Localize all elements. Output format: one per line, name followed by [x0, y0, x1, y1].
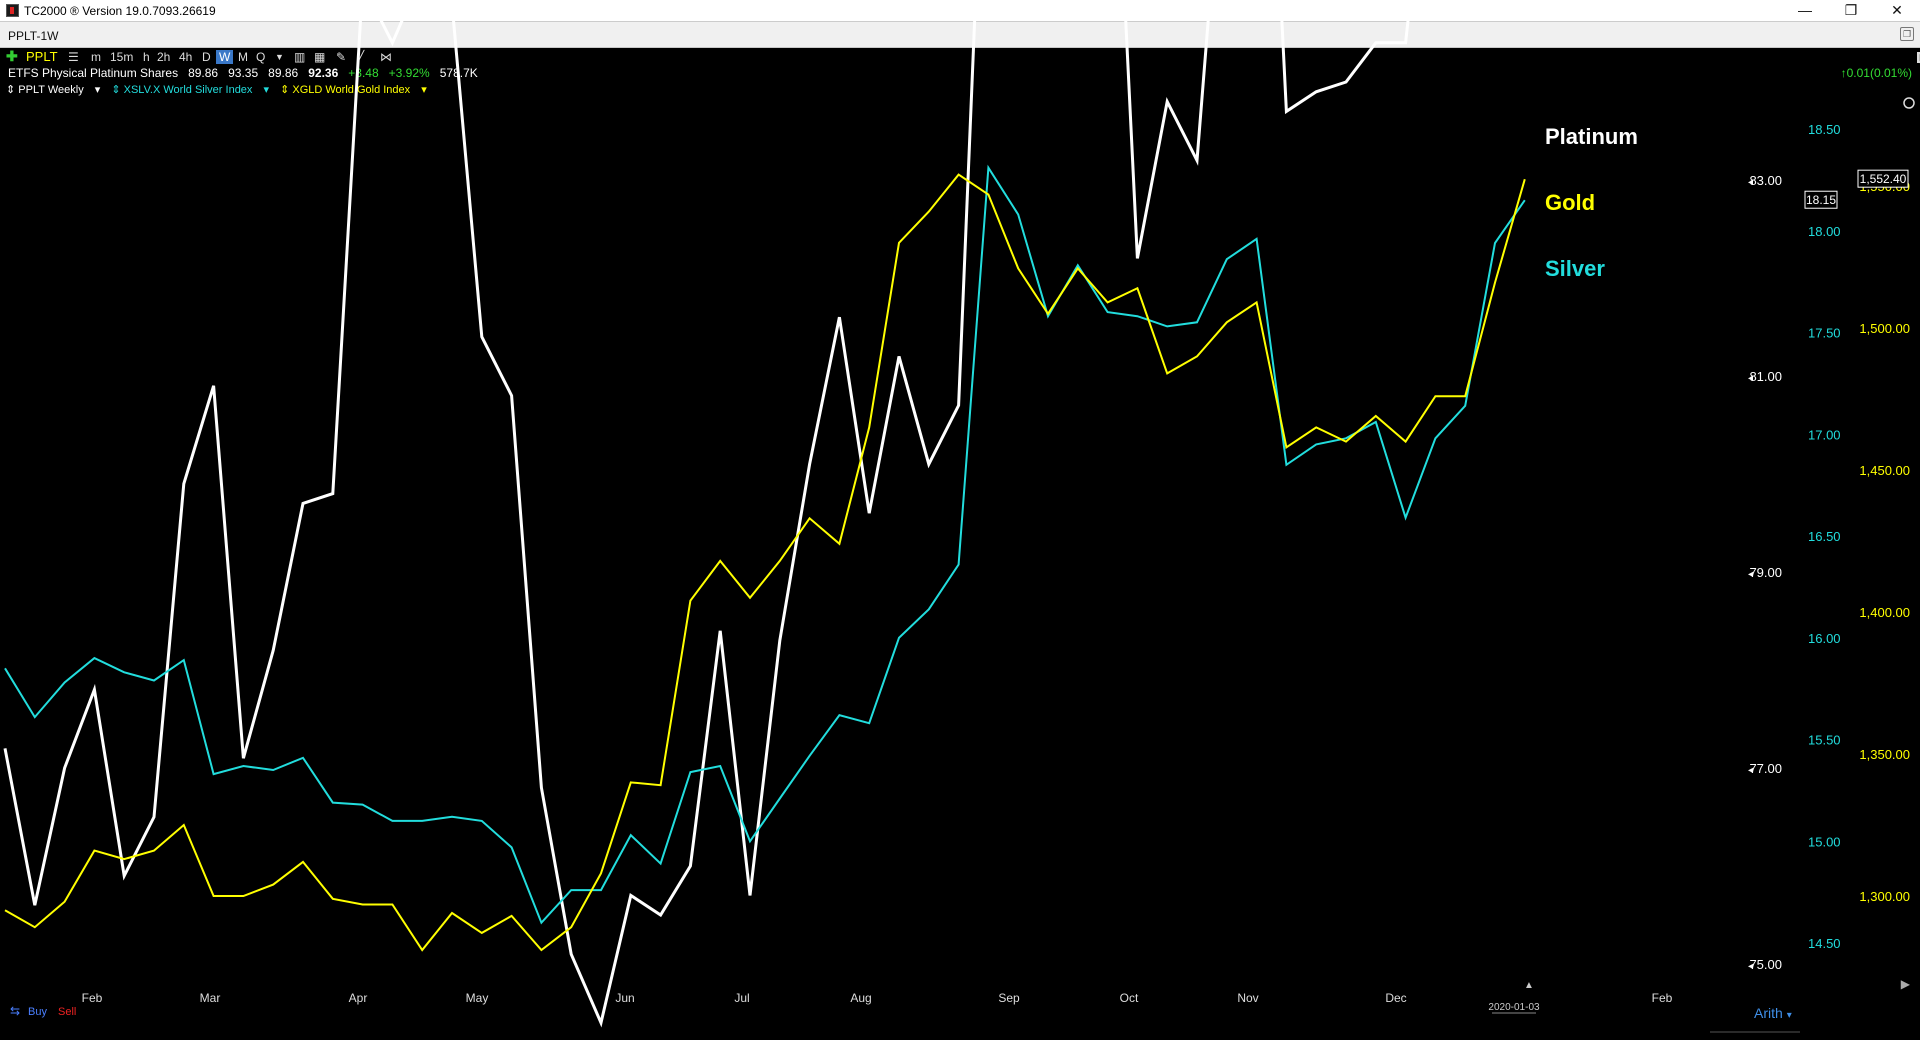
symbol-label[interactable]: PPLT	[26, 49, 58, 64]
annotation-platinum: Platinum	[1545, 124, 1638, 149]
window-title: TC2000 ® Version 19.0.7093.26619	[24, 4, 216, 18]
annotation-gold: Gold	[1545, 190, 1596, 215]
timeframe-q[interactable]: Q	[256, 50, 265, 64]
scale-type-label: Arith	[1754, 1005, 1783, 1021]
chart-tab-bar: PPLT-1W ❐	[0, 22, 1920, 48]
restore-pane-icon[interactable]: ❐	[1900, 27, 1914, 41]
pencil-icon[interactable]: ✎	[336, 50, 346, 64]
add-symbol-icon[interactable]: ✚	[6, 48, 18, 65]
legend-pplt-label: PPLT Weekly	[18, 84, 84, 96]
close-button[interactable]: ✕	[1874, 0, 1920, 22]
trade-icon[interactable]: ⇆	[10, 1004, 20, 1018]
symbol-info-line: ETFS Physical Platinum Shares 89.86 93.3…	[8, 66, 478, 82]
chart-tab-title[interactable]: PPLT-1W	[8, 29, 58, 43]
chart-toolbar: ✚ PPLT ☰ m 15m h 2h 4h D W M Q ▼ ▥ ▦ ✎ ╱…	[0, 48, 1920, 67]
timeframe-d[interactable]: D	[202, 50, 211, 64]
change-value: +3.48	[348, 66, 379, 80]
timeframe-m-month[interactable]: M	[238, 50, 248, 64]
symbol-name: ETFS Physical Platinum Shares	[8, 66, 179, 80]
timeframe-w[interactable]: W	[216, 50, 234, 64]
restore-button[interactable]: ❐	[1828, 0, 1874, 22]
buy-button[interactable]: Buy	[28, 1006, 47, 1018]
annotation-silver: Silver	[1545, 256, 1605, 281]
volume-value: 578.7K	[439, 66, 478, 80]
close-value: 92.36	[308, 66, 339, 80]
low-value: 89.86	[268, 66, 299, 80]
app-logo-icon	[6, 4, 19, 17]
timeframe-15m[interactable]: 15m	[110, 50, 133, 64]
scale-type-selector[interactable]: Arith ▾	[1754, 1005, 1792, 1021]
high-value: 93.35	[228, 66, 259, 80]
timeframe-m[interactable]: m	[91, 50, 101, 64]
after-hours-change: ↑0.01(0.01%)	[1840, 66, 1912, 80]
calculator-icon[interactable]: ▦	[314, 50, 325, 64]
chevron-down-icon[interactable]: ▼	[275, 52, 284, 62]
chart-legend: ⇕ PPLT Weekly ▾ ⇕ XSLV.X World Silver In…	[6, 83, 435, 99]
chevron-down-icon: ▾	[1786, 1010, 1792, 1021]
chart-window[interactable]: ✚ PPLT ☰ m 15m h 2h 4h D W M Q ▼ ▥ ▦ ✎ ╱…	[0, 48, 1920, 1040]
ruler-icon[interactable]: ╱	[357, 50, 364, 64]
menu-icon[interactable]: ☰	[68, 50, 79, 64]
change-pct-value: +3.92%	[388, 66, 430, 80]
open-value: 89.86	[188, 66, 219, 80]
timeframe-4h[interactable]: 4h	[179, 50, 192, 64]
timeframe-h[interactable]: h	[143, 50, 150, 64]
timeframe-2h[interactable]: 2h	[157, 50, 170, 64]
window-title-bar: TC2000 ® Version 19.0.7093.26619 — ❐ ✕	[0, 0, 1920, 22]
legend-silver-label: XSLV.X World Silver Index	[123, 84, 253, 96]
legend-gold[interactable]: ⇕ XGLD World Gold Index ▾	[280, 84, 427, 96]
minimize-button[interactable]: —	[1782, 0, 1828, 22]
legend-silver[interactable]: ⇕ XSLV.X World Silver Index ▾	[111, 84, 269, 96]
legend-gold-label: XGLD World Gold Index	[292, 84, 411, 96]
bar-style-icon[interactable]: ▥	[294, 50, 305, 64]
legend-pplt[interactable]: ⇕ PPLT Weekly ▾	[6, 84, 100, 96]
share-icon[interactable]: ⋈	[380, 50, 392, 64]
sell-button[interactable]: Sell	[58, 1006, 76, 1018]
